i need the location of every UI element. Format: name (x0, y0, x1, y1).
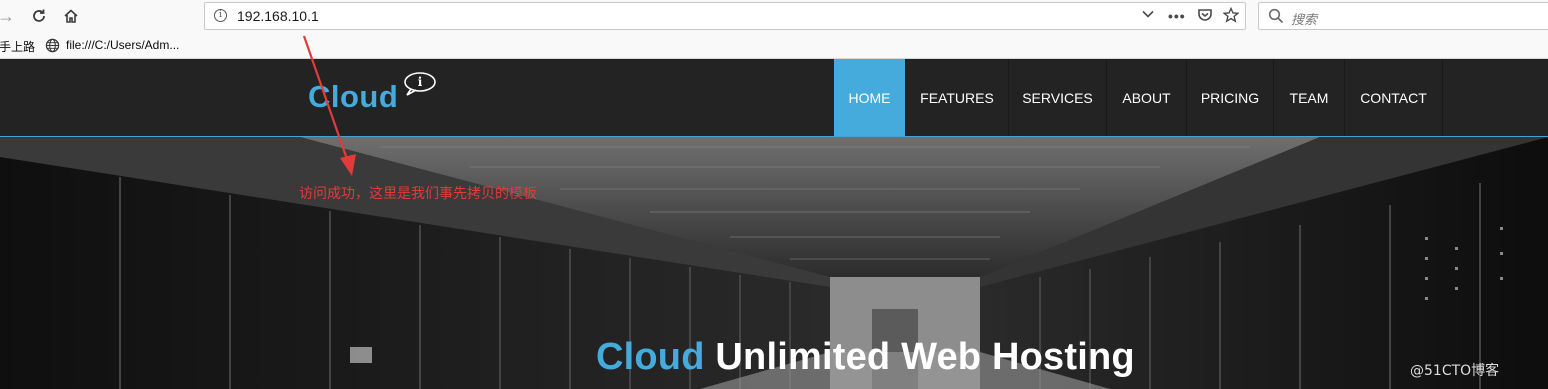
bookmarks-bar: 手上路 file:///C:/Users/Adm... (0, 33, 1548, 59)
search-input[interactable]: 搜索 (1291, 9, 1317, 28)
home-icon[interactable] (60, 4, 82, 30)
svg-text:i: i (418, 75, 423, 89)
bookmark-item[interactable]: file:///C:/Users/Adm... (66, 38, 179, 52)
search-icon (1268, 8, 1284, 29)
bookmark-star-icon[interactable] (1222, 6, 1240, 27)
nav-features[interactable]: FEATURES (906, 59, 1009, 136)
url-text[interactable]: 192.168.10.1 (237, 8, 319, 24)
site-info-icon[interactable]: i (214, 9, 227, 22)
nav-about[interactable]: ABOUT (1107, 59, 1187, 136)
logo-text[interactable]: Cloud (308, 79, 398, 115)
globe-icon (45, 38, 60, 58)
nav-home[interactable]: HOME (834, 59, 906, 136)
annotation-text: 访问成功，这里是我们事先拷贝的模板 (299, 186, 537, 202)
hero-title: Cloud Unlimited Web Hosting (596, 336, 1135, 379)
hero-title-rest: Unlimited Web Hosting (715, 336, 1135, 378)
reload-icon[interactable] (28, 4, 50, 30)
site-header: Cloud i HOME FEATURES SERVICES ABOUT PRI… (0, 59, 1548, 137)
chevron-down-icon[interactable] (1141, 7, 1155, 25)
address-bar[interactable]: i 192.168.10.1 ••• (204, 2, 1246, 30)
browser-toolbar: → i 192.168.10.1 ••• 搜索 (0, 0, 1548, 33)
search-bar[interactable]: 搜索 (1258, 2, 1548, 30)
more-actions-icon[interactable]: ••• (1168, 7, 1186, 25)
bookmark-item[interactable]: 手上路 (0, 38, 35, 55)
nav-pricing[interactable]: PRICING (1187, 59, 1274, 136)
nav-contact[interactable]: CONTACT (1345, 59, 1443, 136)
nav-team[interactable]: TEAM (1274, 59, 1345, 136)
hero-title-accent: Cloud (596, 336, 705, 378)
nav-services[interactable]: SERVICES (1009, 59, 1107, 136)
forward-icon[interactable]: → (0, 4, 16, 28)
watermark: @51CTO博客 (1410, 363, 1500, 379)
info-bubble-icon: i (402, 71, 438, 102)
pocket-icon[interactable] (1197, 7, 1213, 27)
hero-banner: Cloud Unlimited Web Hosting (0, 137, 1548, 389)
web-page: Cloud i HOME FEATURES SERVICES ABOUT PRI… (0, 59, 1548, 389)
